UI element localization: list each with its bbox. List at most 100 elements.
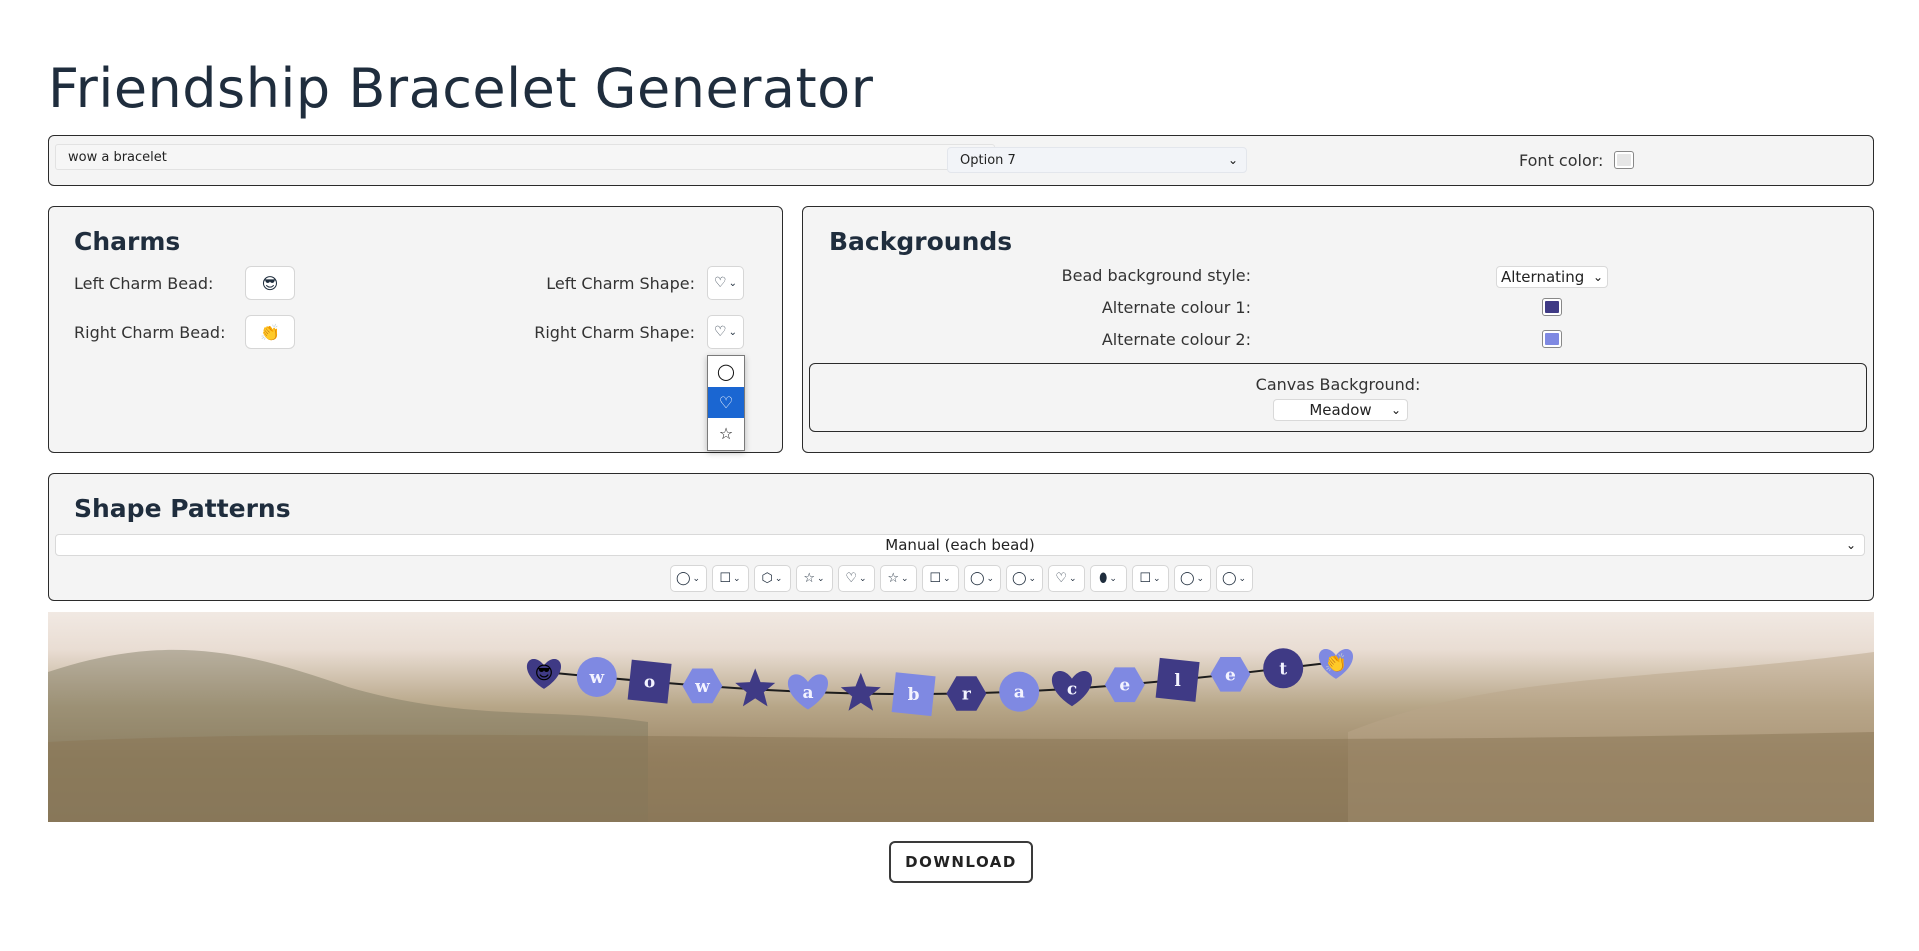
star-icon: ☆: [718, 424, 734, 443]
bead-shape-icon: ⬮: [1099, 571, 1108, 586]
bead-shape-icon: ♡: [845, 571, 858, 586]
bracelet-bead: a: [787, 674, 829, 710]
bead-letter: w: [694, 677, 710, 697]
bead-shape-icon: ☐: [719, 571, 732, 586]
shape-option-star[interactable]: ☆: [708, 418, 744, 449]
bracelet-canvas: 😎 w o w a b r a c e l e t 👏: [48, 612, 1874, 822]
font-color-picker[interactable]: [1614, 151, 1634, 169]
bead-shape-select[interactable]: ☆ ⌄: [879, 565, 917, 592]
bead-layer: 😎 w o w a b r a c e l e t 👏: [526, 648, 1354, 717]
chevron-down-icon: ⌄: [1592, 270, 1603, 284]
chevron-down-icon: ⌄: [1196, 573, 1205, 584]
option-select[interactable]: Option 7 ⌄: [947, 147, 1247, 173]
right-charm-bead-button[interactable]: 👏: [245, 315, 295, 349]
bead-shape-select[interactable]: ◯ ⌄: [1005, 565, 1043, 592]
left-charm-emoji: 😎: [535, 663, 554, 684]
chevron-down-icon: ⌄: [1390, 403, 1401, 417]
bead-shape-select[interactable]: ☐ ⌄: [921, 565, 959, 592]
bracelet-bead: e: [1210, 657, 1251, 692]
right-charm-shape-select[interactable]: ♡ ⌄: [707, 315, 744, 349]
bead-letter: w: [588, 668, 604, 688]
bead-letter: l: [1174, 671, 1181, 691]
bead-background-style-value: Alternating: [1501, 268, 1585, 286]
bead-shape-icon: ♡: [1055, 571, 1068, 586]
shape-patterns-panel: Shape Patterns Manual (each bead) ⌄ ◯ ⌄ ☐…: [48, 473, 1874, 601]
bracelet-bead: b: [891, 672, 936, 717]
chevron-down-icon: ⌄: [901, 573, 909, 584]
bead-shape-icon: ◯: [675, 571, 691, 586]
bead-letter: t: [1279, 659, 1287, 679]
bead-shape-select[interactable]: ⬡ ⌄: [753, 565, 791, 592]
alternate-colour-1-picker[interactable]: [1542, 298, 1562, 316]
heart-icon: ♡: [714, 275, 727, 291]
alternate-colour-2-picker[interactable]: [1542, 330, 1562, 348]
alternate-colour-1-label: Alternate colour 1:: [1101, 298, 1251, 317]
bead-background-style-select[interactable]: Alternating ⌄: [1496, 266, 1608, 288]
bracelet-bead: w: [682, 668, 723, 704]
bead-shape-select[interactable]: ◯ ⌄: [669, 565, 707, 592]
chevron-down-icon: ⌄: [1238, 573, 1247, 584]
left-charm-shape-select[interactable]: ♡ ⌄: [707, 266, 744, 300]
chevron-down-icon: ⌄: [1153, 573, 1161, 584]
bead-letter: a: [802, 683, 813, 703]
bead-letter: e: [1119, 676, 1130, 696]
bead-shape-selects: ◯ ⌄ ☐ ⌄ ⬡ ⌄ ☆ ⌄ ♡ ⌄ ☆ ⌄ ☐ ⌄ ◯ ⌄ ◯ ⌄ ♡ ⌄ ⬮ ⌄ ☐ ⌄ ◯ ⌄ ◯…: [49, 565, 1873, 592]
left-charm-shape-label: Left Charm Shape:: [546, 274, 695, 293]
chevron-down-icon: ⌄: [943, 573, 951, 584]
chevron-down-icon: ⌄: [733, 573, 741, 584]
download-button[interactable]: DOWNLOAD: [889, 841, 1033, 883]
bead-shape-icon: ◯: [1221, 571, 1237, 586]
chevron-down-icon: ⌄: [728, 326, 737, 338]
bracelet-bead: a: [999, 671, 1040, 712]
right-charm-emoji: 👏: [1325, 652, 1347, 674]
alternate-colour-2-label: Alternate colour 2:: [1101, 330, 1251, 349]
bead-shape-select[interactable]: ☐ ⌄: [711, 565, 749, 592]
bead-shape-icon: ☐: [1139, 571, 1152, 586]
bead-shape-select[interactable]: ◯ ⌄: [1215, 565, 1253, 592]
bead-shape-select[interactable]: ☐ ⌄: [1131, 565, 1169, 592]
shape-patterns-heading: Shape Patterns: [74, 494, 291, 523]
bead-shape-icon: ⬡: [761, 571, 773, 586]
bead-letter: r: [962, 685, 972, 705]
bracelet-bead: e: [1104, 667, 1145, 703]
page-title: Friendship Bracelet Generator: [48, 57, 874, 120]
canvas-background-select[interactable]: Meadow ⌄: [1273, 399, 1408, 421]
font-color-swatch: [1617, 154, 1631, 166]
shape-pattern-mode-select[interactable]: Manual (each bead) ⌄: [55, 534, 1865, 556]
circle-icon: ◯: [717, 362, 735, 381]
canvas-background-panel: Canvas Background: Meadow ⌄: [809, 363, 1867, 432]
bead-shape-select[interactable]: ♡ ⌄: [1047, 565, 1085, 592]
chevron-down-icon: ⌄: [1109, 573, 1117, 584]
bead-shape-select[interactable]: ◯ ⌄: [963, 565, 1001, 592]
bead-shape-icon: ☆: [887, 571, 900, 586]
chevron-down-icon: ⌄: [859, 573, 867, 584]
bead-letter: c: [1067, 680, 1077, 700]
chevron-down-icon: ⌄: [692, 573, 701, 584]
right-charm-shape-label: Right Charm Shape:: [534, 323, 695, 342]
backgrounds-heading: Backgrounds: [829, 227, 1013, 256]
bead-letter: e: [1225, 665, 1236, 685]
text-options-bar: Option 7 ⌄ Font color:: [48, 135, 1874, 186]
chevron-down-icon: ⌄: [1028, 573, 1037, 584]
alternate-colour-2-swatch: [1545, 333, 1559, 345]
bracelet-text-input[interactable]: [55, 144, 995, 170]
left-charm-bead-label: Left Charm Bead:: [74, 274, 214, 293]
bead-shape-select[interactable]: ♡ ⌄: [837, 565, 875, 592]
bead-shape-select[interactable]: ◯ ⌄: [1173, 565, 1211, 592]
clapping-hands-emoji-icon: 👏: [260, 322, 280, 342]
bead-shape-icon: ◯: [969, 571, 985, 586]
bracelet-bead: o: [627, 659, 672, 704]
shape-option-circle[interactable]: ◯: [708, 356, 744, 387]
left-charm-bead-button[interactable]: 😎: [245, 266, 295, 300]
heart-icon: ♡: [714, 324, 727, 340]
bracelet-bead: c: [1051, 671, 1093, 707]
bead-shape-icon: ◯: [1011, 571, 1027, 586]
bead-letter: o: [644, 673, 655, 693]
bead-shape-select[interactable]: ☆ ⌄: [795, 565, 833, 592]
bracelet-bead: [735, 668, 776, 707]
bead-shape-select[interactable]: ⬮ ⌄: [1089, 565, 1127, 592]
shape-option-heart[interactable]: ♡: [708, 387, 744, 418]
shape-pattern-mode-value: Manual (each bead): [885, 536, 1035, 554]
option-select-value: Option 7: [960, 152, 1016, 168]
meadow-background: [48, 649, 1874, 822]
